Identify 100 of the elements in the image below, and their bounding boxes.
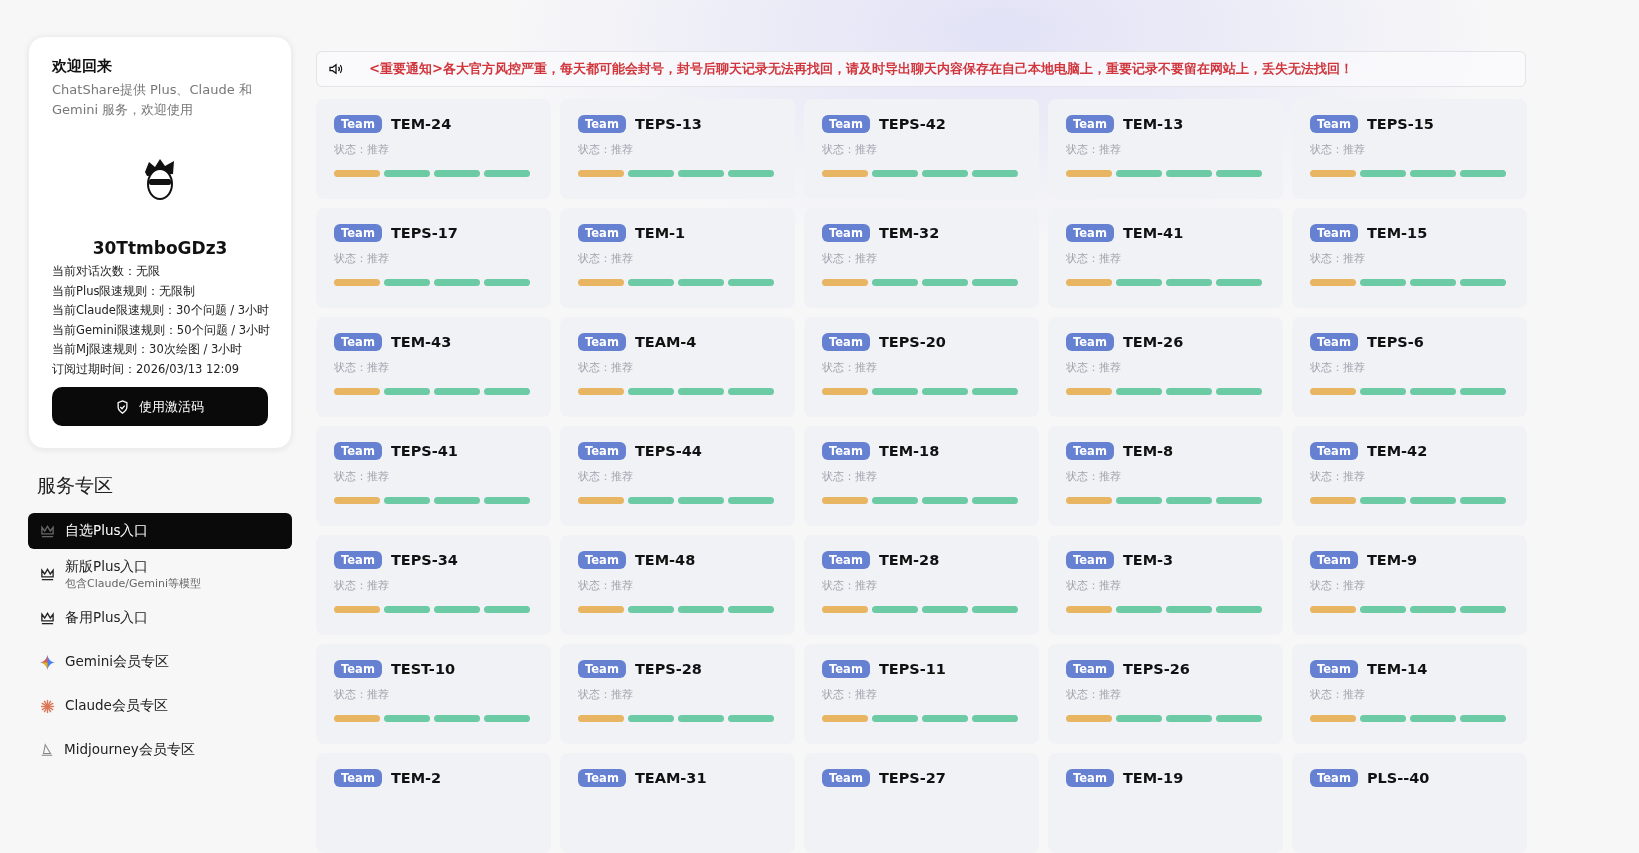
account-name: TEPS-34	[390, 552, 458, 568]
status-text: 状态：推荐	[578, 142, 634, 157]
status-text: 状态：推荐	[334, 578, 390, 593]
sidebar-item-label: 备用Plus入口	[65, 609, 149, 627]
account-card[interactable]: Team TEST-10 状态：推荐	[316, 644, 551, 744]
status-text: 状态：推荐	[334, 142, 390, 157]
plan-badge: Team	[1310, 442, 1358, 460]
account-info-line: 订阅过期时间：2026/03/13 12:09	[52, 360, 241, 378]
username: 30TtmboGDz3	[91, 238, 229, 258]
sidebar-item[interactable]: Claude会员专区	[28, 687, 292, 725]
account-card[interactable]: Team TEAM-31	[560, 753, 795, 853]
account-card[interactable]: Team TEPS-27	[804, 753, 1039, 853]
plan-badge: Team	[822, 551, 870, 569]
status-text: 状态：推荐	[1066, 469, 1122, 484]
account-name: TEM-42	[1366, 443, 1428, 459]
account-name: TEM-2	[390, 770, 442, 786]
sidebar-item[interactable]: Gemini会员专区	[28, 643, 292, 681]
status-text: 状态：推荐	[578, 469, 634, 484]
account-card[interactable]: Team TEPS-44 状态：推荐	[560, 426, 795, 526]
crown-icon	[40, 567, 55, 581]
account-card[interactable]: Team TEM-24 状态：推荐	[316, 99, 551, 199]
plan-badge: Team	[822, 333, 870, 351]
account-name: TEM-13	[1122, 116, 1184, 132]
plan-badge: Team	[1066, 769, 1114, 787]
account-card[interactable]: Team TEPS-26 状态：推荐	[1048, 644, 1283, 744]
account-card[interactable]: Team TEM-19	[1048, 753, 1283, 853]
account-card[interactable]: Team TEM-15 状态：推荐	[1292, 208, 1527, 308]
plan-badge: Team	[1310, 551, 1358, 569]
account-name: TEM-9	[1366, 552, 1418, 568]
account-card[interactable]: Team TEPS-41 状态：推荐	[316, 426, 551, 526]
account-name: TEM-28	[878, 552, 940, 568]
notice-text: <重要通知>各大官方风控严重，每天都可能会封号，封号后聊天记录无法再找回，请及时导出聊天内容保存在自己本地电脑上，重要记录不要留在网站上，丢失无法找回！	[369, 60, 1354, 78]
plan-badge: Team	[334, 333, 382, 351]
account-name: PLS--40	[1366, 770, 1430, 786]
sidebar-item-subtitle: 包含Claude/Gemini等模型	[65, 575, 201, 591]
sidebar-item[interactable]: 备用Plus入口	[28, 599, 292, 637]
welcome-title: 欢迎回来	[52, 57, 113, 76]
account-info-line: 当前对话次数：无限	[52, 263, 161, 280]
account-card[interactable]: Team TEM-3 状态：推荐	[1048, 535, 1283, 635]
speaker-icon	[329, 63, 343, 75]
plan-badge: Team	[822, 115, 870, 133]
account-name: TEPS-28	[634, 661, 702, 677]
account-card[interactable]: Team TEM-32 状态：推荐	[804, 208, 1039, 308]
account-card[interactable]: Team TEPS-28 状态：推荐	[560, 644, 795, 744]
account-info-line: 当前Gemini限速规则：50个问题 / 3小时	[52, 321, 268, 339]
status-text: 状态：推荐	[578, 251, 634, 266]
account-card[interactable]: Team TEM-41 状态：推荐	[1048, 208, 1283, 308]
plan-badge: Team	[334, 115, 382, 133]
account-name: TEPS-13	[634, 116, 702, 132]
sidebar-item[interactable]: 自选Plus入口	[28, 513, 292, 549]
account-name: TEM-15	[1366, 225, 1428, 241]
status-text: 状态：推荐	[1066, 251, 1122, 266]
account-name: TEM-18	[878, 443, 940, 459]
account-card[interactable]: Team TEM-13 状态：推荐	[1048, 99, 1283, 199]
status-text: 状态：推荐	[822, 578, 878, 593]
account-card[interactable]: Team TEM-18 状态：推荐	[804, 426, 1039, 526]
plan-badge: Team	[334, 442, 382, 460]
account-card[interactable]: Team TEM-28 状态：推荐	[804, 535, 1039, 635]
plan-badge: Team	[1310, 333, 1358, 351]
account-card[interactable]: Team TEPS-13 状态：推荐	[560, 99, 795, 199]
account-card[interactable]: Team TEM-42 状态：推荐	[1292, 426, 1527, 526]
account-name: TEST-10	[390, 661, 456, 677]
sidebar-item[interactable]: 新版Plus入口 包含Claude/Gemini等模型	[28, 555, 292, 593]
status-text: 状态：推荐	[334, 360, 390, 375]
status-text: 状态：推荐	[1066, 142, 1122, 157]
status-text: 状态：推荐	[1310, 251, 1366, 266]
account-card[interactable]: Team TEPS-11 状态：推荐	[804, 644, 1039, 744]
account-card[interactable]: Team TEM-9 状态：推荐	[1292, 535, 1527, 635]
account-card[interactable]: Team TEPS-20 状态：推荐	[804, 317, 1039, 417]
status-text: 状态：推荐	[1310, 142, 1366, 157]
account-name: TEPS-20	[878, 334, 946, 350]
sidebar-item[interactable]: Midjourney会员专区	[28, 731, 292, 769]
plan-badge: Team	[578, 551, 626, 569]
account-card[interactable]: Team TEPS-15 状态：推荐	[1292, 99, 1527, 199]
sidebar-item-label: 新版Plus入口	[65, 557, 150, 576]
account-info-line: 当前Plus限速规则：无限制	[52, 282, 197, 300]
account-card[interactable]: Team TEPS-17 状态：推荐	[316, 208, 551, 308]
plan-badge: Team	[822, 442, 870, 460]
plan-badge: Team	[578, 442, 626, 460]
account-card[interactable]: Team TEM-43 状态：推荐	[316, 317, 551, 417]
account-card[interactable]: Team TEPS-34 状态：推荐	[316, 535, 551, 635]
account-card[interactable]: Team TEPS-6 状态：推荐	[1292, 317, 1527, 417]
activation-code-button[interactable]: 使用激活码	[52, 387, 268, 426]
plan-badge: Team	[1066, 115, 1114, 133]
account-name: TEM-41	[1122, 225, 1184, 241]
account-card[interactable]: Team TEM-48 状态：推荐	[560, 535, 795, 635]
account-card[interactable]: Team TEM-14 状态：推荐	[1292, 644, 1527, 744]
account-name: TEAM-31	[634, 770, 707, 786]
status-text: 状态：推荐	[1066, 687, 1122, 702]
plan-badge: Team	[578, 333, 626, 351]
plan-badge: Team	[334, 551, 382, 569]
account-card[interactable]: Team PLS--40	[1292, 753, 1527, 853]
account-name: TEPS-27	[878, 770, 946, 786]
account-name: TEM-24	[390, 116, 452, 132]
account-card[interactable]: Team TEAM-4 状态：推荐	[560, 317, 795, 417]
account-card[interactable]: Team TEM-8 状态：推荐	[1048, 426, 1283, 526]
account-card[interactable]: Team TEM-26 状态：推荐	[1048, 317, 1283, 417]
status-text: 状态：推荐	[1066, 578, 1122, 593]
account-card[interactable]: Team TEM-2	[316, 753, 551, 853]
account-card[interactable]: Team TEM-1 状态：推荐	[560, 208, 795, 308]
